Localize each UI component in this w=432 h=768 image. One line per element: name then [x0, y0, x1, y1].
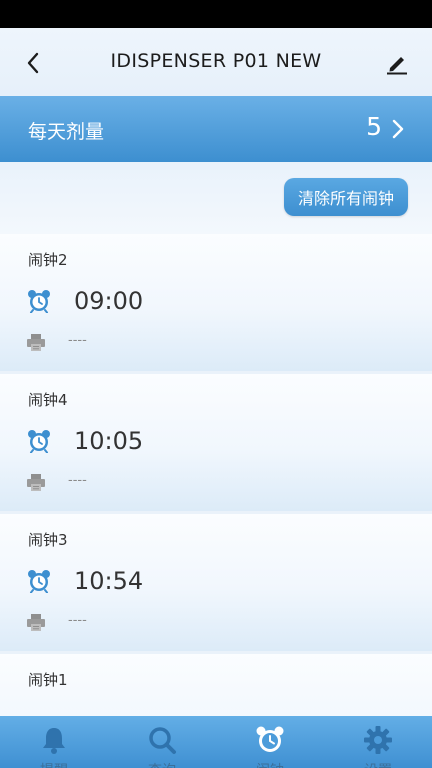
printer-icon	[27, 614, 45, 631]
bell-icon	[43, 728, 65, 754]
nav-label-query: 查询	[108, 760, 216, 768]
daily-dose-value: 5	[366, 112, 382, 141]
printer-icon	[27, 334, 45, 351]
search-icon	[149, 727, 176, 754]
alarm-time: 10:54	[74, 567, 144, 595]
pencil-icon	[387, 57, 407, 75]
alarm-card[interactable]: 闹钟1	[0, 654, 432, 716]
alarm-card[interactable]: 闹钟4 10:05 ----	[0, 374, 432, 514]
nav-item-settings[interactable]: 设置	[324, 716, 432, 768]
alarm-list: 闹钟2 09:00 ---- 闹钟4 10:05 ---- 闹钟3 10:54 …	[0, 234, 432, 716]
alarm-card[interactable]: 闹钟3 10:54 ----	[0, 514, 432, 654]
nav-label-reminder: 提醒	[0, 760, 108, 768]
chevron-right-icon	[392, 119, 404, 139]
alarm-time: 10:05	[74, 427, 144, 455]
daily-dose-row[interactable]: 每天剂量 5	[0, 96, 432, 162]
bottom-nav: 提醒 查询 闹钟	[0, 716, 432, 768]
alarm-clock-icon	[28, 290, 50, 313]
alarm-clock-icon	[256, 726, 284, 752]
clear-all-alarms-button[interactable]: 清除所有闹钟	[284, 178, 408, 216]
nav-item-query[interactable]: 查询	[108, 716, 216, 768]
clear-row: 清除所有闹钟	[0, 162, 432, 234]
gear-icon	[364, 726, 392, 754]
app-header: IDISPENSER P01 NEW	[0, 28, 432, 96]
alarm-detail: ----	[68, 473, 87, 488]
status-bar	[0, 0, 432, 28]
nav-item-alarm[interactable]: 闹钟	[216, 716, 324, 768]
alarm-name: 闹钟1	[28, 671, 68, 689]
back-button[interactable]	[16, 46, 50, 80]
alarm-clock-icon	[28, 430, 50, 453]
nav-item-reminder[interactable]: 提醒	[0, 716, 108, 768]
nav-label-alarm: 闹钟	[216, 760, 324, 768]
alarm-name: 闹钟2	[28, 251, 68, 269]
chevron-left-icon	[27, 52, 39, 74]
alarm-clock-icon	[28, 570, 50, 593]
page-title: IDISPENSER P01 NEW	[110, 50, 322, 72]
alarm-card[interactable]: 闹钟2 09:00 ----	[0, 234, 432, 374]
daily-dose-label: 每天剂量	[28, 121, 105, 143]
alarm-name: 闹钟3	[28, 531, 68, 549]
alarm-detail: ----	[68, 613, 87, 628]
alarm-name: 闹钟4	[28, 391, 68, 409]
edit-button[interactable]	[382, 48, 412, 78]
nav-label-settings: 设置	[324, 760, 432, 768]
alarm-time: 09:00	[74, 287, 144, 315]
printer-icon	[27, 474, 45, 491]
alarm-detail: ----	[68, 333, 87, 348]
